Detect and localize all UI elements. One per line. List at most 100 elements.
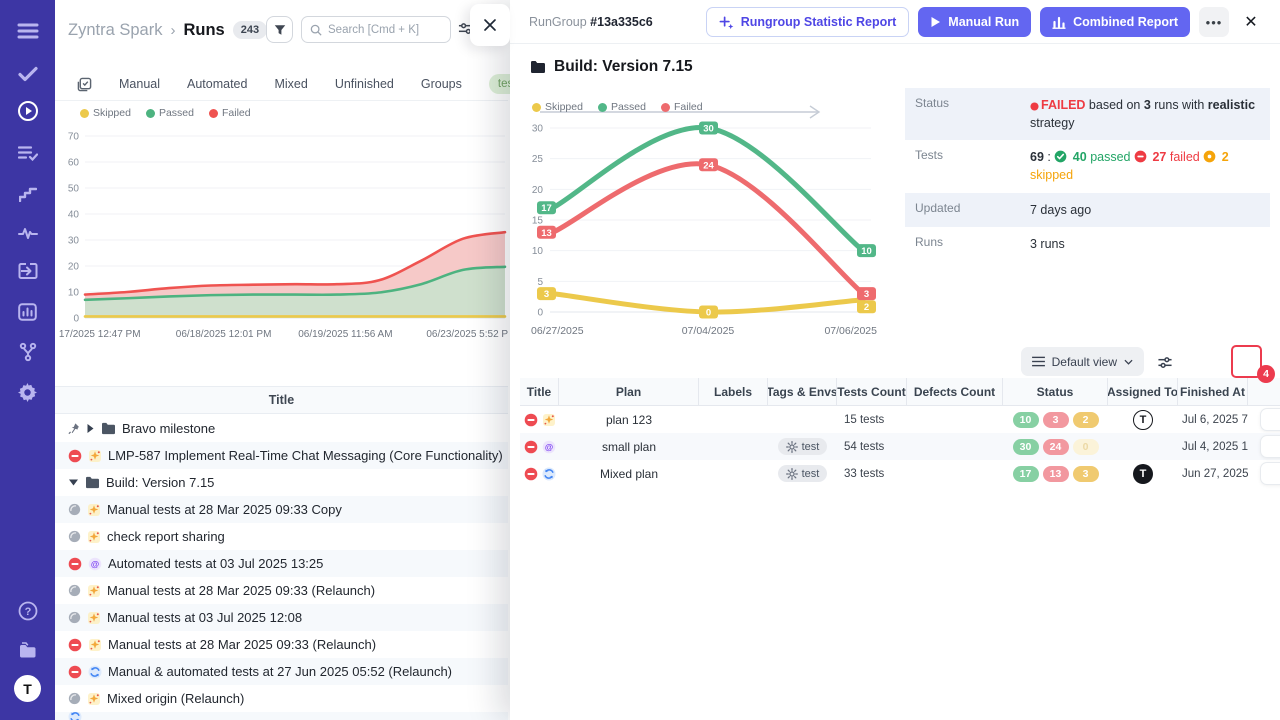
row-actions-hint[interactable] (1260, 435, 1280, 458)
info-text: realistic (1208, 98, 1255, 112)
list-item-partial[interactable] (55, 712, 508, 720)
more-actions-button[interactable]: ••• (1199, 7, 1229, 37)
legend-item-passed[interactable]: Passed (146, 107, 194, 119)
caret-down-icon[interactable] (68, 478, 79, 487)
column-header-status[interactable]: Status (1003, 378, 1108, 405)
svg-text:06/18/2025 12:01 PM: 06/18/2025 12:01 PM (176, 329, 272, 340)
search-placeholder: Search [Cmd + K] (328, 24, 419, 36)
row-actions-hint[interactable] (1260, 462, 1280, 485)
analytics-icon (18, 226, 38, 240)
tab-manual[interactable]: Manual (119, 77, 160, 91)
sidebar-item-settings[interactable] (0, 379, 55, 405)
combined-report-button[interactable]: Combined Report (1040, 7, 1190, 37)
sparkle-plus-icon (719, 15, 734, 30)
reports-icon (18, 303, 37, 321)
sidebar-item-integrations[interactable] (0, 339, 55, 365)
list-item[interactable]: Build: Version 7.15 (55, 469, 508, 496)
info-text: FAILED (1041, 98, 1085, 112)
sidebar-item-help[interactable]: ? (0, 598, 55, 624)
list-item[interactable]: LMP-587 Implement Real-Time Chat Messagi… (55, 442, 508, 469)
assignee-avatar[interactable]: T (1133, 464, 1153, 484)
info-text: 7 days ago (1030, 203, 1091, 217)
sidebar-item-milestones[interactable] (0, 181, 55, 207)
column-header-defects-count[interactable]: Defects Count (907, 378, 1003, 405)
tab-unfinished[interactable]: Unfinished (335, 77, 394, 91)
select-runs-icon[interactable] (77, 77, 92, 92)
sliders-icon (1157, 355, 1173, 370)
row-actions-hint[interactable] (1260, 408, 1280, 431)
legend-item-skipped[interactable]: Skipped (80, 107, 131, 119)
status-chip-skipped: 0 (1073, 439, 1099, 455)
spark-icon (87, 530, 101, 544)
legend-item-skipped[interactable]: Skipped (532, 101, 583, 113)
tab-automated[interactable]: Automated (187, 77, 247, 91)
list-item[interactable]: Mixed origin (Relaunch) (55, 685, 508, 712)
legend-item-failed[interactable]: Failed (661, 101, 703, 113)
svg-text:07/04/2025: 07/04/2025 (682, 325, 735, 337)
sidebar-item-runs[interactable] (0, 98, 55, 124)
tag-pill[interactable]: test (778, 465, 828, 482)
search-input[interactable]: Search [Cmd + K] (301, 16, 451, 43)
table-row[interactable]: Mixed plantest33 tests17133TJun 27, 2025… (520, 460, 1280, 487)
table-header-row: TitlePlanLabelsTags & EnvsTests CountDef… (520, 378, 1280, 406)
sidebar-item-imports[interactable] (0, 258, 55, 284)
sidebar-item-tests[interactable] (0, 61, 55, 87)
settings-icon (18, 383, 37, 402)
list-item[interactable]: Manual tests at 28 Mar 2025 09:33 (Relau… (55, 577, 508, 604)
manual-run-button[interactable]: Manual Run (918, 7, 1031, 37)
user-avatar[interactable]: T (14, 675, 41, 702)
rungroup-info-table: StatusFAILED based on 3 runs with realis… (905, 88, 1270, 261)
sidebar-item-projects[interactable] (0, 637, 55, 663)
sidebar-item-menu[interactable] (0, 18, 55, 44)
column-header-title[interactable]: Title (520, 378, 559, 405)
cell-plan[interactable]: small plan (559, 440, 699, 454)
tab-mixed[interactable]: Mixed (274, 77, 307, 91)
list-item-title: LMP-587 Implement Real-Time Chat Messagi… (108, 448, 503, 463)
neutral-icon (68, 692, 81, 705)
sidebar-item-reports[interactable] (0, 299, 55, 325)
info-text: passed (1087, 150, 1134, 164)
legend-label: Skipped (93, 107, 131, 119)
legend-item-failed[interactable]: Failed (209, 107, 251, 119)
table-row[interactable]: plan 12315 tests1032TJul 6, 2025 7:40 (520, 406, 1280, 433)
rungroup-statistic-report-button[interactable]: Rungroup Statistic Report (706, 7, 910, 37)
column-settings-button[interactable] (1152, 349, 1178, 375)
status-chip-failed: 13 (1043, 466, 1069, 482)
tab-groups[interactable]: Groups (421, 77, 462, 91)
column-header-plan[interactable]: Plan (559, 378, 699, 405)
list-item[interactable]: Manual & automated tests at 27 Jun 2025 … (55, 658, 508, 685)
column-header-finished-at[interactable]: Finished At (1178, 378, 1248, 405)
list-item[interactable]: Manual tests at 03 Jul 2025 12:08 (55, 604, 508, 631)
list-item[interactable]: Manual tests at 28 Mar 2025 09:33 (Relau… (55, 631, 508, 658)
integrations-icon (19, 342, 37, 362)
list-item[interactable]: @Automated tests at 03 Jul 2025 13:25 (55, 550, 508, 577)
drawer-close-x[interactable]: ✕ (1238, 7, 1264, 37)
column-header-tests-count[interactable]: Tests Count (837, 378, 907, 405)
column-header-tags-envs[interactable]: Tags & Envs (768, 378, 837, 405)
automated-icon: @ (88, 557, 102, 571)
neutral-icon (68, 584, 81, 597)
legend-item-passed[interactable]: Passed (598, 101, 646, 113)
sidebar-item-plans[interactable] (0, 140, 55, 166)
drawer-close-button[interactable] (470, 4, 510, 46)
column-header-assigned-to[interactable]: Assigned To (1108, 378, 1178, 405)
cell-plan[interactable]: Mixed plan (559, 467, 699, 481)
caret-right-icon[interactable] (86, 423, 95, 434)
default-view-button[interactable]: Default view (1021, 347, 1144, 376)
filter-button[interactable] (266, 16, 293, 43)
pin-icon (68, 422, 80, 435)
list-item[interactable]: check report sharing (55, 523, 508, 550)
list-item[interactable]: Bravo milestone (55, 415, 508, 442)
info-label: Tests (905, 140, 1030, 192)
table-row[interactable]: @small plantest54 tests30240Jul 4, 2025 … (520, 433, 1280, 460)
rungroup-label: RunGroup (529, 15, 587, 29)
info-row-tests: Tests69 : 40 passed 27 failed 2 skipped (905, 140, 1270, 192)
sidebar-item-analytics[interactable] (0, 220, 55, 246)
cell-plan[interactable]: plan 123 (559, 413, 699, 427)
assignee-avatar[interactable]: T (1133, 410, 1153, 430)
column-header-labels[interactable]: Labels (699, 378, 768, 405)
breadcrumb-project[interactable]: Zyntra Spark (68, 21, 162, 40)
list-item[interactable]: Manual tests at 28 Mar 2025 09:33 Copy (55, 496, 508, 523)
svg-text:30: 30 (68, 236, 80, 247)
tag-pill[interactable]: test (778, 438, 828, 455)
